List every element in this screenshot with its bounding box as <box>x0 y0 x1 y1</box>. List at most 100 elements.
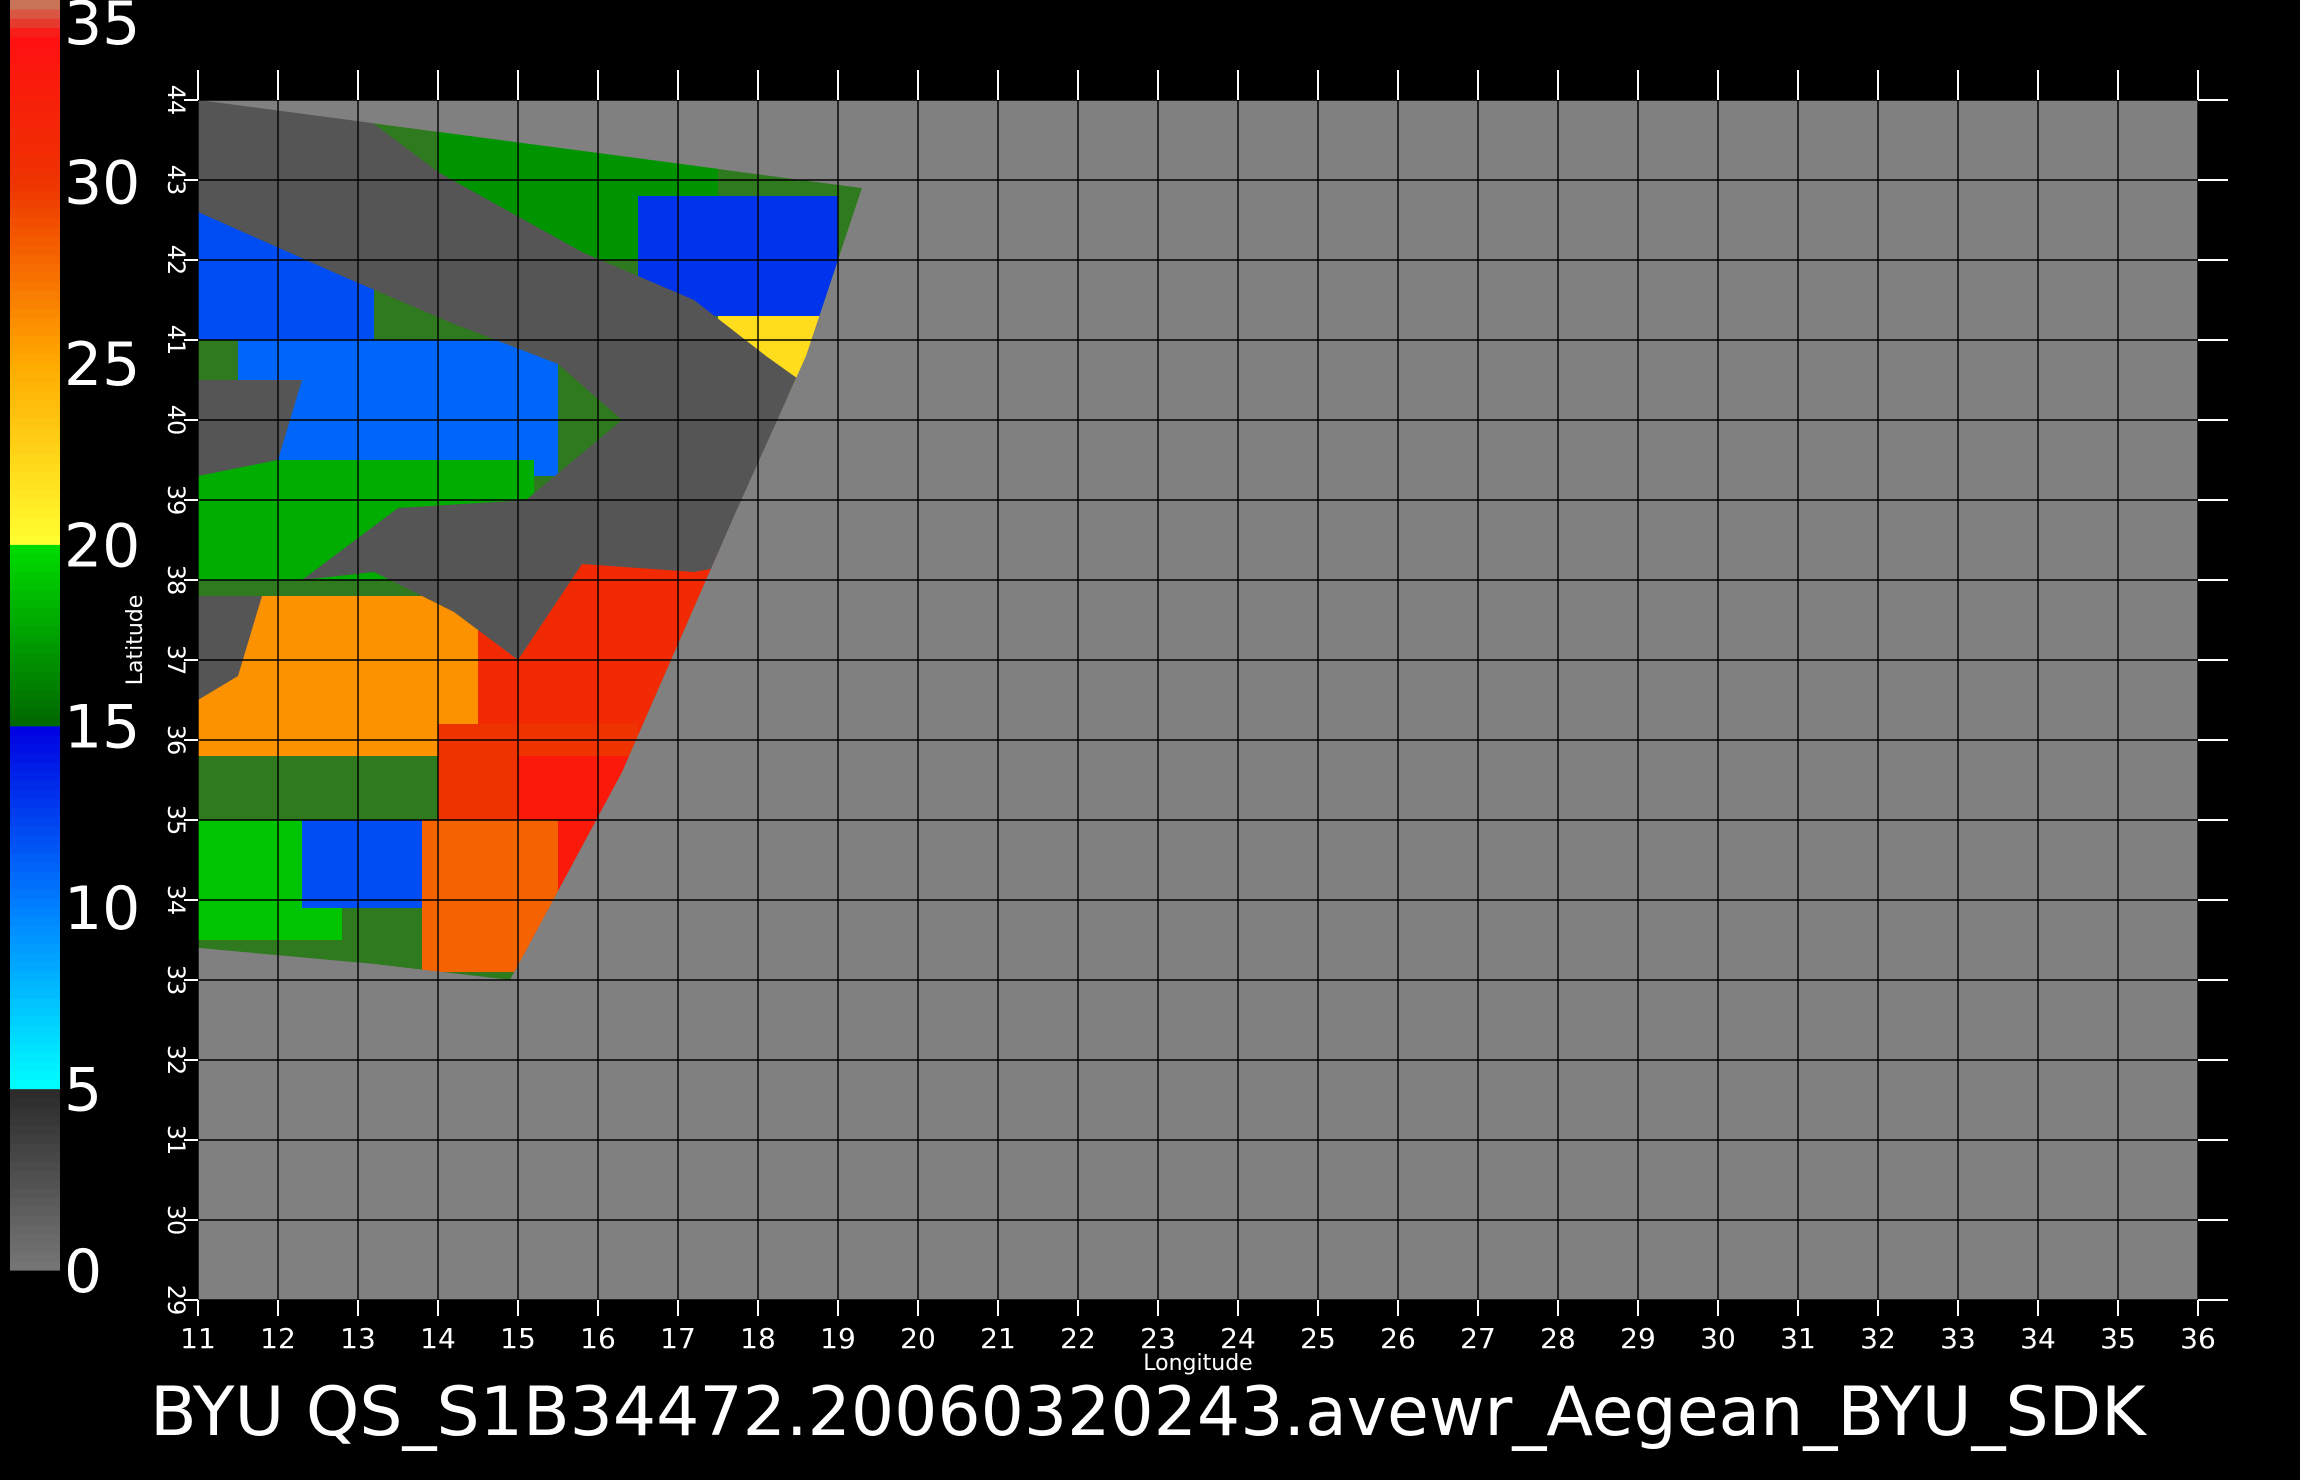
colorbar-segment <box>10 916 60 926</box>
x-tick-label: 22 <box>1060 1322 1096 1355</box>
colorbar-segment <box>10 362 60 373</box>
colorbar-tick-label: 35 <box>64 0 140 59</box>
colorbar-segment <box>10 925 60 935</box>
colorbar-segment <box>10 1061 60 1072</box>
colorbar-segment <box>10 1070 60 1081</box>
y-tick-label: 35 <box>162 805 190 836</box>
y-tick-label: 42 <box>162 245 190 276</box>
colorbar-segment <box>10 471 60 482</box>
x-tick-label: 15 <box>500 1322 536 1355</box>
x-tick-label: 13 <box>340 1322 376 1355</box>
colorbar-segment <box>10 907 60 917</box>
colorbar-segment <box>10 680 60 691</box>
colorbar-segment <box>10 943 60 954</box>
colorbar-tick-label: 25 <box>64 330 140 400</box>
x-tick-label: 19 <box>820 1322 856 1355</box>
colorbar-segment <box>10 408 60 418</box>
colorbar-segment <box>10 244 60 255</box>
colorbar-segment <box>10 961 60 972</box>
colorbar-segment <box>10 81 60 92</box>
colorbar-segment <box>10 99 60 110</box>
x-tick-label: 20 <box>900 1322 936 1355</box>
colorbar-tick-label: 20 <box>64 511 140 581</box>
colorbar-segment <box>10 181 60 192</box>
colorbar-segment <box>10 589 60 600</box>
colorbar-segment <box>10 1025 60 1035</box>
colorbar-tick-label: 30 <box>64 148 140 218</box>
colorbar-segment <box>10 154 60 164</box>
y-tick-label: 32 <box>162 1045 190 1076</box>
colorbar-segment <box>10 508 60 518</box>
colorbar-segment <box>10 689 60 700</box>
colorbar-segment <box>10 1260 60 1271</box>
y-tick-label: 31 <box>162 1125 190 1156</box>
colorbar-segment <box>10 1170 60 1180</box>
colorbar-segment <box>10 371 60 382</box>
colorbar-segment <box>10 879 60 890</box>
colorbar-segment <box>10 517 60 527</box>
colorbar-segment <box>10 1079 60 1090</box>
y-tick-label: 29 <box>162 1285 190 1316</box>
colorbar-tick-label: 0 <box>64 1237 102 1307</box>
colorbar-segment <box>10 1215 60 1226</box>
colorbar-segment <box>10 127 60 137</box>
colorbar-segment <box>10 762 60 772</box>
colorbar-segment <box>10 426 60 437</box>
colorbar-segment <box>10 1106 60 1117</box>
colorbar-segment <box>10 199 60 210</box>
colorbar-segment <box>10 36 60 46</box>
y-tick-label: 40 <box>162 405 190 436</box>
colorbar-segment <box>10 63 60 74</box>
colorbar-tick-label: 5 <box>64 1056 102 1126</box>
colorbar-segment <box>10 399 60 409</box>
colorbar-segment <box>10 489 60 500</box>
colorbar-segment <box>10 72 60 83</box>
x-tick-label: 28 <box>1540 1322 1576 1355</box>
colorbar-segment <box>10 381 60 391</box>
x-tick-label: 18 <box>740 1322 776 1355</box>
x-tick-label: 25 <box>1300 1322 1336 1355</box>
colorbar-segment <box>10 635 60 645</box>
x-tick-label: 32 <box>1860 1322 1896 1355</box>
colorbar-segment <box>10 117 60 128</box>
colorbar-segment <box>10 453 60 464</box>
colorbar-segment <box>10 644 60 654</box>
x-tick-label: 11 <box>180 1322 216 1355</box>
colorbar-segment <box>10 1179 60 1189</box>
x-tick-label: 27 <box>1460 1322 1496 1355</box>
colorbar-segment <box>10 816 60 827</box>
colorbar-segment <box>10 435 60 446</box>
colorbar-segment <box>10 934 60 945</box>
colorbar-segment <box>10 997 60 1008</box>
colorbar-segment <box>10 843 60 854</box>
colorbar-segment <box>10 870 60 881</box>
colorbar-segment <box>10 535 60 545</box>
colorbar-segment <box>10 743 60 754</box>
colorbar-segment <box>10 344 60 355</box>
colorbar-segment <box>10 1016 60 1026</box>
colorbar-segment <box>10 707 60 718</box>
colorbar-segment <box>10 208 60 219</box>
y-tick-label: 36 <box>162 725 190 756</box>
colorbar-segment <box>10 1242 60 1253</box>
colorbar-segment <box>10 308 60 319</box>
colorbar-segment <box>10 1052 60 1062</box>
colorbar-tick-label: 15 <box>64 693 140 763</box>
colorbar-segment <box>10 326 60 337</box>
y-tick-label: 44 <box>162 85 190 116</box>
colorbar-segment <box>10 1097 60 1108</box>
colorbar-segment <box>10 798 60 808</box>
colorbar-segment <box>10 254 60 264</box>
colorbar-segment <box>10 780 60 790</box>
x-tick-label: 36 <box>2180 1322 2216 1355</box>
colorbar-segment <box>10 970 60 981</box>
colorbar-segment <box>10 353 60 364</box>
x-tick-label: 31 <box>1780 1322 1816 1355</box>
x-tick-label: 35 <box>2100 1322 2136 1355</box>
colorbar-segment <box>10 272 60 282</box>
colorbar-segment <box>10 734 60 745</box>
colorbar-segment <box>10 335 60 346</box>
colorbar-segment <box>10 807 60 818</box>
colorbar-segment <box>10 861 60 872</box>
colorbar-segment <box>10 662 60 672</box>
